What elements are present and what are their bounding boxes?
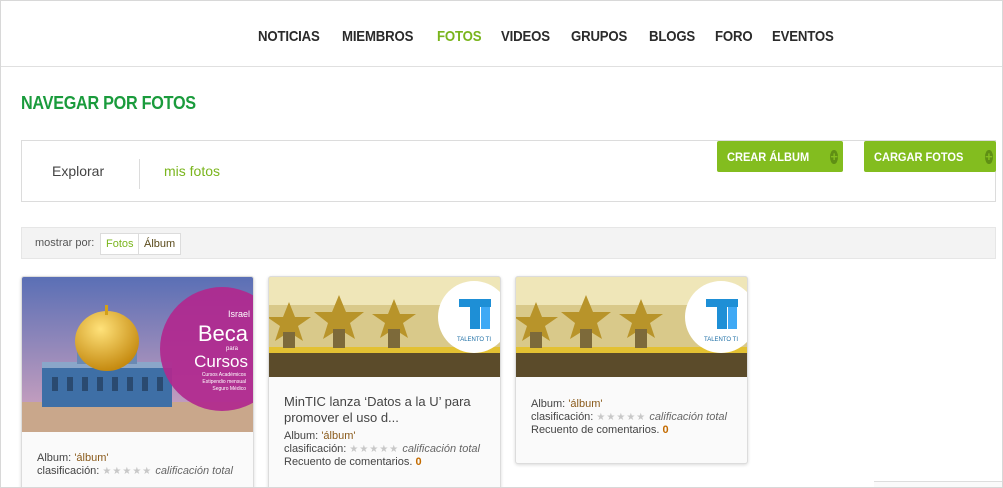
photo-thumbnail[interactable]: TALENTO TI xyxy=(516,277,747,382)
image-text-beca: Beca xyxy=(198,321,249,346)
star-rating-icon[interactable]: ★★★★★ xyxy=(102,466,152,477)
tab-explore[interactable]: Explorar xyxy=(52,163,104,179)
album-label: Album: xyxy=(37,452,72,464)
photo-thumbnail[interactable]: Israel Beca para Cursos Cursos Académico… xyxy=(22,277,253,437)
tabs-panel: Explorar mis fotos xyxy=(21,140,996,202)
tab-my-photos[interactable]: mis fotos xyxy=(164,163,220,179)
show-by-label: mostrar por: xyxy=(35,237,95,249)
album-line: Album: 'álbum' xyxy=(531,398,732,411)
star-rating-icon[interactable]: ★★★★★ xyxy=(596,412,646,423)
rating-label: clasificación: xyxy=(531,411,594,423)
tab-divider xyxy=(139,159,140,189)
page-frame: NOTICIAS MIEMBROS FOTOS VIDEOS GRUPOS BL… xyxy=(0,0,1003,488)
image-text-israel: Israel xyxy=(228,309,250,319)
photo-caption-link[interactable]: MinTIC lanza ‘Datos a la U’ para promove… xyxy=(269,382,500,430)
photo-card[interactable]: TALENTO TI MinTIC lanza ‘Datos a la U’ p… xyxy=(268,276,501,487)
comments-count: 0 xyxy=(662,424,669,436)
photo-card[interactable]: TALENTO TI Album: 'álbum' clasificación:… xyxy=(515,276,748,464)
album-name-link[interactable]: 'álbum' xyxy=(321,430,355,442)
comments-line: Recuento de comentarios. 0 xyxy=(284,456,485,469)
image-text-talento: TALENTO TI xyxy=(704,337,738,343)
photo-thumbnail[interactable]: TALENTO TI xyxy=(269,277,500,382)
rating-text: calificación total xyxy=(649,411,727,423)
nav-item-videos[interactable]: VIDEOS xyxy=(501,28,550,45)
nav-item-noticias[interactable]: NOTICIAS xyxy=(258,28,320,45)
create-album-label: CREAR ÁLBUM xyxy=(727,149,810,164)
album-line: Album: 'álbum' xyxy=(284,430,485,443)
comments-line: Recuento de comentarios. 0 xyxy=(531,424,732,437)
talento-ti-image: TALENTO TI xyxy=(516,277,747,377)
image-text-line3: Seguro Médico xyxy=(212,386,246,392)
photo-card[interactable]: Israel Beca para Cursos Cursos Académico… xyxy=(21,276,254,487)
card-meta: Album: 'álbum' clasificación: ★★★★★ cali… xyxy=(516,382,747,437)
rating-text: calificación total xyxy=(402,443,480,455)
mosque-scholarship-image: Israel Beca para Cursos Cursos Académico… xyxy=(22,277,253,432)
upload-photos-label: CARGAR FOTOS xyxy=(874,149,964,164)
album-name-link[interactable]: 'álbum' xyxy=(74,452,108,464)
nav-item-grupos[interactable]: GRUPOS xyxy=(571,28,627,45)
comments-label: Recuento de comentarios. xyxy=(531,424,660,436)
album-line: Album: 'álbum' xyxy=(37,452,238,465)
album-label: Album: xyxy=(531,398,566,410)
image-text-cursos: Cursos xyxy=(194,352,248,371)
rating-line: clasificación: ★★★★★ calificación total xyxy=(37,465,238,478)
comments-label: Recuento de comentarios. xyxy=(284,456,413,468)
page-title: NAVEGAR POR FOTOS xyxy=(21,93,196,113)
plus-circle-icon: + xyxy=(830,148,838,164)
show-by-album-option[interactable]: Álbum xyxy=(138,233,182,255)
rating-label: clasificación: xyxy=(284,443,347,455)
nav-item-fotos[interactable]: FOTOS xyxy=(437,28,482,45)
comments-count: 0 xyxy=(415,456,422,468)
rating-text: calificación total xyxy=(155,465,233,477)
album-label: Album: xyxy=(284,430,319,442)
plus-circle-icon: + xyxy=(985,148,993,164)
nav-item-blogs[interactable]: BLOGS xyxy=(649,28,695,45)
album-name-link[interactable]: 'álbum' xyxy=(568,398,602,410)
image-text-talento: TALENTO TI xyxy=(457,337,491,343)
show-by-photos-option[interactable]: Fotos xyxy=(100,233,140,255)
nav-item-foro[interactable]: FORO xyxy=(715,28,753,45)
create-album-button[interactable]: CREAR ÁLBUM + xyxy=(717,141,843,172)
nav-item-eventos[interactable]: EVENTOS xyxy=(772,28,834,45)
show-by-bar: mostrar por: Fotos Álbum xyxy=(21,227,996,259)
rating-label: clasificación: xyxy=(37,465,100,477)
card-meta: Album: 'álbum' clasificación: ★★★★★ cali… xyxy=(22,437,253,478)
image-text-line1: Cursos Académicos xyxy=(202,372,247,378)
top-navigation: NOTICIAS MIEMBROS FOTOS VIDEOS GRUPOS BL… xyxy=(1,1,1002,67)
star-rating-icon[interactable]: ★★★★★ xyxy=(349,444,399,455)
nav-list: NOTICIAS MIEMBROS FOTOS VIDEOS GRUPOS BL… xyxy=(258,28,856,45)
scroll-edge xyxy=(874,481,1002,487)
rating-line: clasificación: ★★★★★ calificación total xyxy=(531,411,732,424)
image-text-line2: Estipendio mensual xyxy=(202,379,246,385)
rating-line: clasificación: ★★★★★ calificación total xyxy=(284,443,485,456)
upload-photos-button[interactable]: CARGAR FOTOS + xyxy=(864,141,996,172)
nav-item-miembros[interactable]: MIEMBROS xyxy=(342,28,413,45)
card-meta: Album: 'álbum' clasificación: ★★★★★ cali… xyxy=(269,430,500,469)
talento-ti-image: TALENTO TI xyxy=(269,277,500,377)
